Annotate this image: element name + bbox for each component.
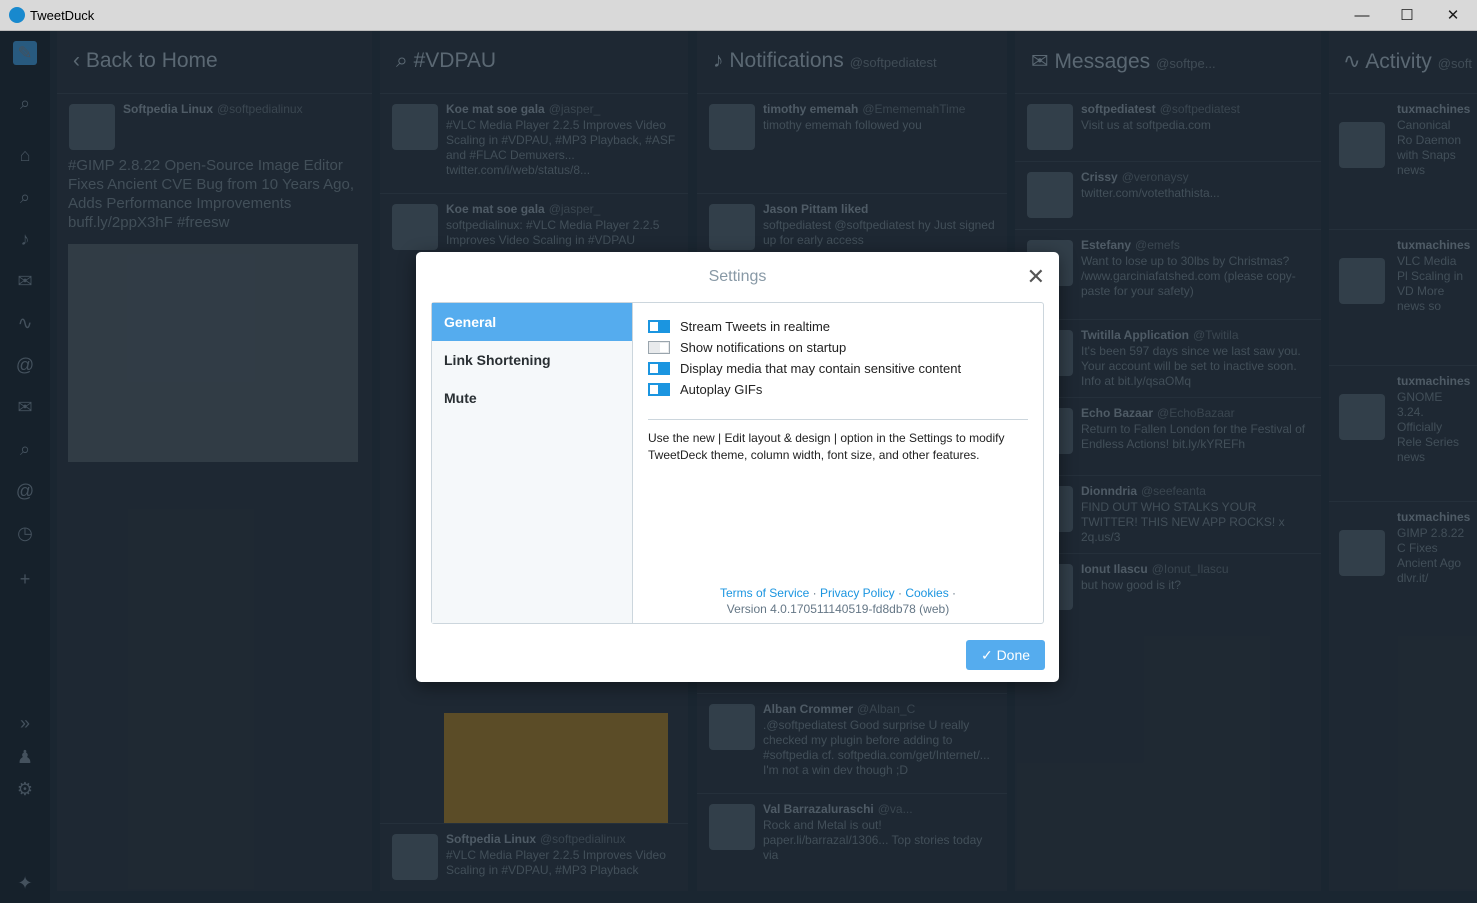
option-sensitive-media[interactable]: Display media that may contain sensitive… bbox=[648, 361, 1028, 382]
settings-note: Use the new | Edit layout & design | opt… bbox=[648, 431, 1005, 462]
option-stream-tweets[interactable]: Stream Tweets in realtime bbox=[648, 319, 1028, 340]
settings-panel: General Link Shortening Mute Stream Twee… bbox=[431, 302, 1044, 624]
option-show-notifications[interactable]: Show notifications on startup bbox=[648, 340, 1028, 361]
settings-content: Stream Tweets in realtime Show notificat… bbox=[648, 319, 1028, 464]
cookies-link[interactable]: Cookies bbox=[905, 586, 948, 600]
toggle-sensitive-media[interactable] bbox=[648, 362, 670, 375]
option-autoplay-gifs[interactable]: Autoplay GIFs bbox=[648, 382, 1028, 403]
toggle-show-notifications[interactable] bbox=[648, 341, 670, 354]
version-text: Version 4.0.170511140519-fd8db78 (web) bbox=[726, 602, 950, 616]
terms-link[interactable]: Terms of Service bbox=[720, 586, 809, 600]
tab-general[interactable]: General bbox=[432, 303, 632, 341]
divider bbox=[648, 419, 1028, 420]
privacy-link[interactable]: Privacy Policy bbox=[820, 586, 895, 600]
close-icon[interactable]: ✕ bbox=[1027, 264, 1045, 290]
toggle-autoplay-gifs[interactable] bbox=[648, 383, 670, 396]
dialog-title: Settings bbox=[708, 268, 767, 285]
done-button[interactable]: ✓ Done bbox=[966, 640, 1045, 670]
footer-links: Terms of Service · Privacy Policy · Cook… bbox=[719, 586, 957, 600]
toggle-stream-tweets[interactable] bbox=[648, 320, 670, 333]
settings-dialog: Settings ✕ General Link Shortening Mute … bbox=[416, 252, 1059, 682]
settings-tabs: General Link Shortening Mute bbox=[432, 303, 633, 623]
tab-link-shortening[interactable]: Link Shortening bbox=[432, 341, 632, 379]
tab-mute[interactable]: Mute bbox=[432, 379, 632, 417]
